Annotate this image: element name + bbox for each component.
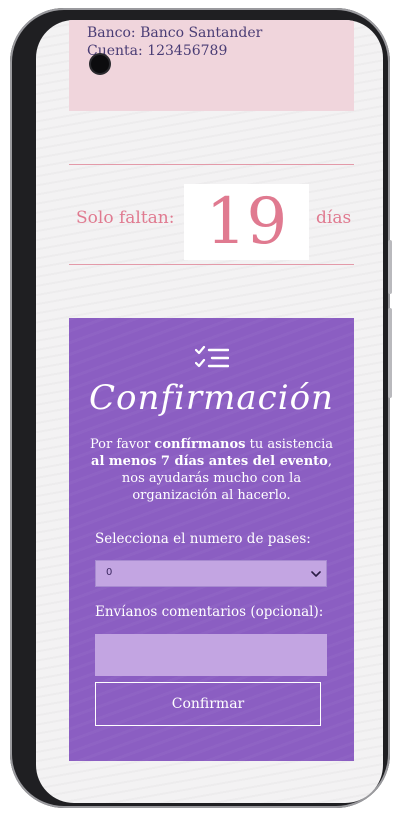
rsvp-title: Confirmación [89, 378, 334, 418]
app-screen[interactable]: Banco: Banco Santander Cuenta: 123456789… [36, 20, 383, 803]
chevron-down-icon [311, 571, 321, 577]
confirm-button[interactable]: Confirmar [95, 682, 321, 726]
divider-top [69, 164, 354, 165]
countdown-days-number: 19 [205, 185, 288, 259]
bank-label: Banco: [87, 25, 136, 41]
bank-value: Banco Santander [140, 25, 263, 41]
checklist-icon [195, 345, 229, 368]
account-value: 123456789 [147, 43, 228, 59]
comments-textarea[interactable] [95, 634, 327, 676]
rsvp-section: Confirmación Por favor confírmanos tu as… [69, 318, 354, 761]
phone-side-button [388, 240, 392, 294]
rsvp-instructions: Por favor confírmanos tu asistencia al m… [89, 436, 334, 504]
passes-select[interactable]: 0 [95, 560, 327, 587]
passes-select-value: 0 [106, 567, 113, 578]
phone-side-button [388, 308, 392, 398]
rsvp-text-part: tu asistencia [245, 437, 334, 452]
passes-label: Selecciona el numero de pases: [95, 531, 311, 547]
rsvp-text-bold: al menos 7 días antes del evento [91, 454, 328, 469]
rsvp-text-part: Por favor [89, 437, 155, 452]
account-line: Cuenta: 123456789 [87, 43, 227, 59]
countdown-prefix: Solo faltan: [76, 208, 175, 228]
comments-label: Envíanos comentarios (opcional): [95, 604, 324, 620]
camera-icon [91, 55, 109, 73]
phone-frame: Banco: Banco Santander Cuenta: 123456789… [10, 8, 392, 808]
divider-bottom [69, 264, 354, 265]
bank-name-line: Banco: Banco Santander [87, 25, 262, 41]
countdown-box: 19 [184, 184, 309, 260]
rsvp-text-bold: confírmanos [154, 437, 246, 452]
countdown-suffix: días [316, 208, 352, 228]
